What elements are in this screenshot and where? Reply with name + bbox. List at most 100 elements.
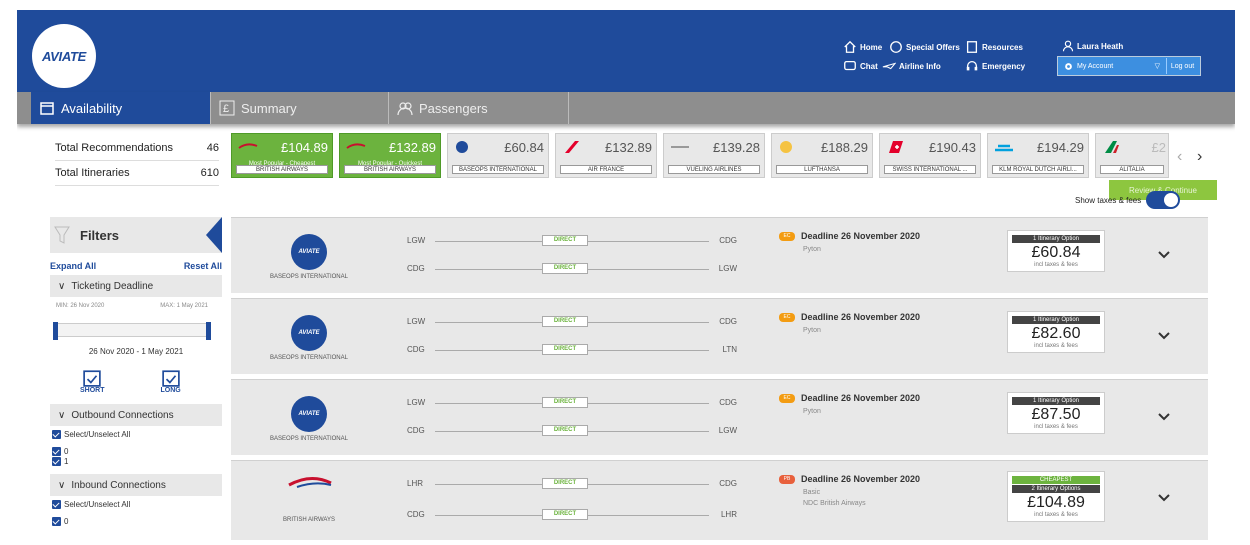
filters-panel: Filters Expand All Reset All ∨ Ticketing…: [50, 217, 222, 526]
fare-class-badge: PB: [779, 474, 795, 484]
filters-header[interactable]: Filters: [50, 217, 222, 253]
outbound-option-1[interactable]: 1: [50, 457, 222, 466]
direct-badge: DIRECT: [542, 425, 588, 436]
airline-card-name: BRITISH AIRWAYS: [236, 165, 328, 174]
chevron-down-icon: ∨: [58, 409, 66, 421]
price-box[interactable]: 1 Itinerary Option £87.50 incl taxes & fee…: [1007, 392, 1105, 434]
price: £60.84: [1031, 244, 1081, 261]
inbound-select-all[interactable]: Select/Unselect All: [50, 500, 222, 509]
short-option[interactable]: SHORT: [80, 369, 105, 394]
result-row[interactable]: BRITISH AIRWAYS LHR DIRECT CDG CDG DIRECT LH…: [231, 460, 1208, 540]
svg-text:£: £: [223, 103, 229, 115]
nav-home[interactable]: Home: [843, 40, 882, 54]
airline-card[interactable]: £139.28 VUELING AIRLINES: [663, 133, 765, 178]
collapse-arrow-icon[interactable]: [206, 217, 222, 253]
expand-chevron-icon[interactable]: [1157, 410, 1171, 424]
expand-chevron-icon[interactable]: [1157, 491, 1171, 505]
leg-destination: CDG: [719, 236, 737, 245]
airline-card[interactable]: £2 ALITALIA: [1095, 133, 1169, 178]
user-icon: [1062, 40, 1074, 52]
aviate-logo[interactable]: AVIATE: [32, 24, 96, 88]
nav-airline-info[interactable]: Airline Info: [882, 59, 941, 73]
price-box[interactable]: CHEAPEST 2 Itinerary Options £104.89 incl t…: [1007, 471, 1105, 522]
nav-chat[interactable]: Chat: [843, 59, 878, 73]
expand-all-link[interactable]: Expand All: [50, 261, 96, 271]
fare-sub: Pyton: [803, 246, 821, 253]
fare-provider: NDC British Airways: [803, 500, 866, 507]
cheapest-badge: CHEAPEST: [1012, 476, 1100, 484]
slider-min: MIN: 26 Nov 2020: [56, 303, 105, 309]
plane-icon: [882, 62, 896, 70]
step-tabs: Availability £ Summary Passengers Review…: [17, 92, 1235, 200]
nav-resources[interactable]: Resources: [965, 40, 1023, 54]
lufthansa-logo-icon: [780, 141, 792, 153]
tab-summary[interactable]: £ Summary: [211, 92, 389, 124]
checkbox-checked-icon: [52, 517, 61, 526]
outbound-connections-section[interactable]: ∨ Outbound Connections: [50, 404, 222, 426]
price: £87.50: [1031, 406, 1081, 423]
outbound-leg: LGW DIRECT CDG: [407, 397, 737, 410]
price-box[interactable]: 1 Itinerary Option £82.60 incl taxes & fee…: [1007, 311, 1105, 353]
carousel-next-icon[interactable]: ›: [1197, 148, 1202, 166]
leg-origin: LGW: [407, 398, 426, 407]
tab-availability-label: Availability: [61, 100, 123, 116]
airline-logo: AVIATE: [291, 234, 327, 270]
expand-chevron-icon[interactable]: [1157, 329, 1171, 343]
passengers-icon: [397, 102, 413, 116]
tab-passengers[interactable]: Passengers: [389, 92, 569, 124]
reset-all-link[interactable]: Reset All: [184, 261, 222, 271]
leg-origin: CDG: [407, 510, 425, 519]
slider-track[interactable]: [53, 322, 211, 340]
checkbox-checked-icon: [52, 447, 61, 456]
tab-availability[interactable]: Availability: [31, 92, 211, 124]
return-leg: CDG DIRECT LTN: [407, 344, 737, 357]
carousel-prev-icon[interactable]: ‹: [1177, 148, 1182, 166]
expand-chevron-icon[interactable]: [1157, 248, 1171, 262]
vueling-logo-icon: [671, 146, 689, 148]
direct-badge: DIRECT: [542, 344, 588, 355]
leg-destination: CDG: [719, 317, 737, 326]
airline-name: BASEOPS INTERNATIONAL: [270, 274, 348, 280]
home-icon: [844, 40, 856, 53]
airline-card-name: SWISS INTERNATIONAL ...: [884, 165, 976, 174]
outbound-leg: LGW DIRECT CDG: [407, 316, 737, 329]
airline-card[interactable]: £190.43 SWISS INTERNATIONAL ...: [879, 133, 981, 178]
ticketing-deadline-section[interactable]: ∨ Ticketing Deadline: [50, 275, 222, 297]
swiss-logo-icon: [889, 141, 903, 153]
nav-special-offers[interactable]: Special Offers: [889, 40, 960, 54]
checkbox-checked-icon: [52, 457, 61, 466]
airline-card-price: £60.84: [504, 140, 544, 155]
airline-card[interactable]: £188.29 LUFTHANSA: [771, 133, 873, 178]
airline-card-price: £132.89: [605, 140, 652, 155]
british-airways-logo-icon: [238, 143, 258, 149]
airline-card-price: £132.89: [389, 140, 436, 155]
airline-card[interactable]: £104.89 Most Popular - Cheapest BRITISH …: [231, 133, 333, 178]
airline-card[interactable]: £132.89 Most Popular - Quickest BRITISH …: [339, 133, 441, 178]
outbound-select-all[interactable]: Select/Unselect All: [50, 430, 222, 439]
inbound-option-0[interactable]: 0: [50, 517, 222, 526]
slider-handle-max[interactable]: [206, 322, 211, 340]
airline-card[interactable]: £194.29 KLM ROYAL DUTCH AIRLI...: [987, 133, 1089, 178]
result-row[interactable]: AVIATE BASEOPS INTERNATIONAL LGW DIRECT CD…: [231, 298, 1208, 374]
user-name: Laura Heath: [1077, 41, 1124, 51]
return-leg: CDG DIRECT LHR: [407, 509, 737, 522]
airline-card[interactable]: £60.84 BASEOPS INTERNATIONAL: [447, 133, 549, 178]
user-profile[interactable]: Laura Heath: [1062, 40, 1123, 52]
logout-button[interactable]: Log out: [1166, 58, 1198, 74]
taxes-toggle[interactable]: [1146, 191, 1181, 209]
my-account-dropdown[interactable]: My Account ▽: [1058, 62, 1166, 71]
inbound-connections-section[interactable]: ∨ Inbound Connections: [50, 474, 222, 496]
result-row[interactable]: AVIATE BASEOPS INTERNATIONAL LGW DIRECT CD…: [231, 379, 1208, 455]
airline-card[interactable]: £132.89 AIR FRANCE: [555, 133, 657, 178]
long-option[interactable]: LONG: [161, 369, 181, 394]
nav-emergency[interactable]: Emergency: [965, 59, 1025, 73]
total-itineraries-value: 610: [200, 167, 219, 179]
outbound-option-0[interactable]: 0: [50, 447, 222, 456]
result-row[interactable]: AVIATE BASEOPS INTERNATIONAL LGW DIRECT CD…: [231, 217, 1208, 293]
airline-card-price: £139.28: [713, 140, 760, 155]
price-box[interactable]: 1 Itinerary Option £60.84 incl taxes & fee…: [1007, 230, 1105, 272]
leg-destination: LTN: [722, 345, 737, 354]
aviate-logo-icon: [456, 141, 468, 153]
slider-handle-min[interactable]: [53, 322, 58, 340]
leg-destination: CDG: [719, 479, 737, 488]
